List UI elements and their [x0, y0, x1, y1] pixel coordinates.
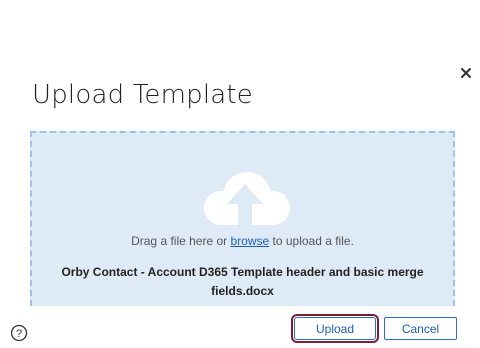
cloud-upload-icon [204, 172, 290, 232]
drag-text-after: to upload a file. [269, 234, 354, 248]
selected-file-name: Orby Contact - Account D365 Template hea… [61, 265, 424, 298]
help-icon[interactable]: ? [10, 324, 28, 342]
close-icon[interactable] [459, 66, 473, 80]
dialog-title: Upload Template [32, 80, 254, 110]
upload-button[interactable]: Upload [291, 314, 379, 343]
browse-link[interactable]: browse [230, 234, 269, 248]
dialog-footer: ? Upload Cancel [0, 306, 480, 348]
svg-text:?: ? [16, 328, 22, 340]
file-drop-zone[interactable]: Drag a file here or browse to upload a f… [30, 131, 455, 306]
upload-template-dialog: Upload Template Drag a file here or brow… [0, 0, 480, 348]
cancel-button[interactable]: Cancel [384, 317, 457, 340]
drag-text-before: Drag a file here or [131, 234, 231, 248]
drag-instructions: Drag a file here or browse to upload a f… [32, 234, 453, 248]
